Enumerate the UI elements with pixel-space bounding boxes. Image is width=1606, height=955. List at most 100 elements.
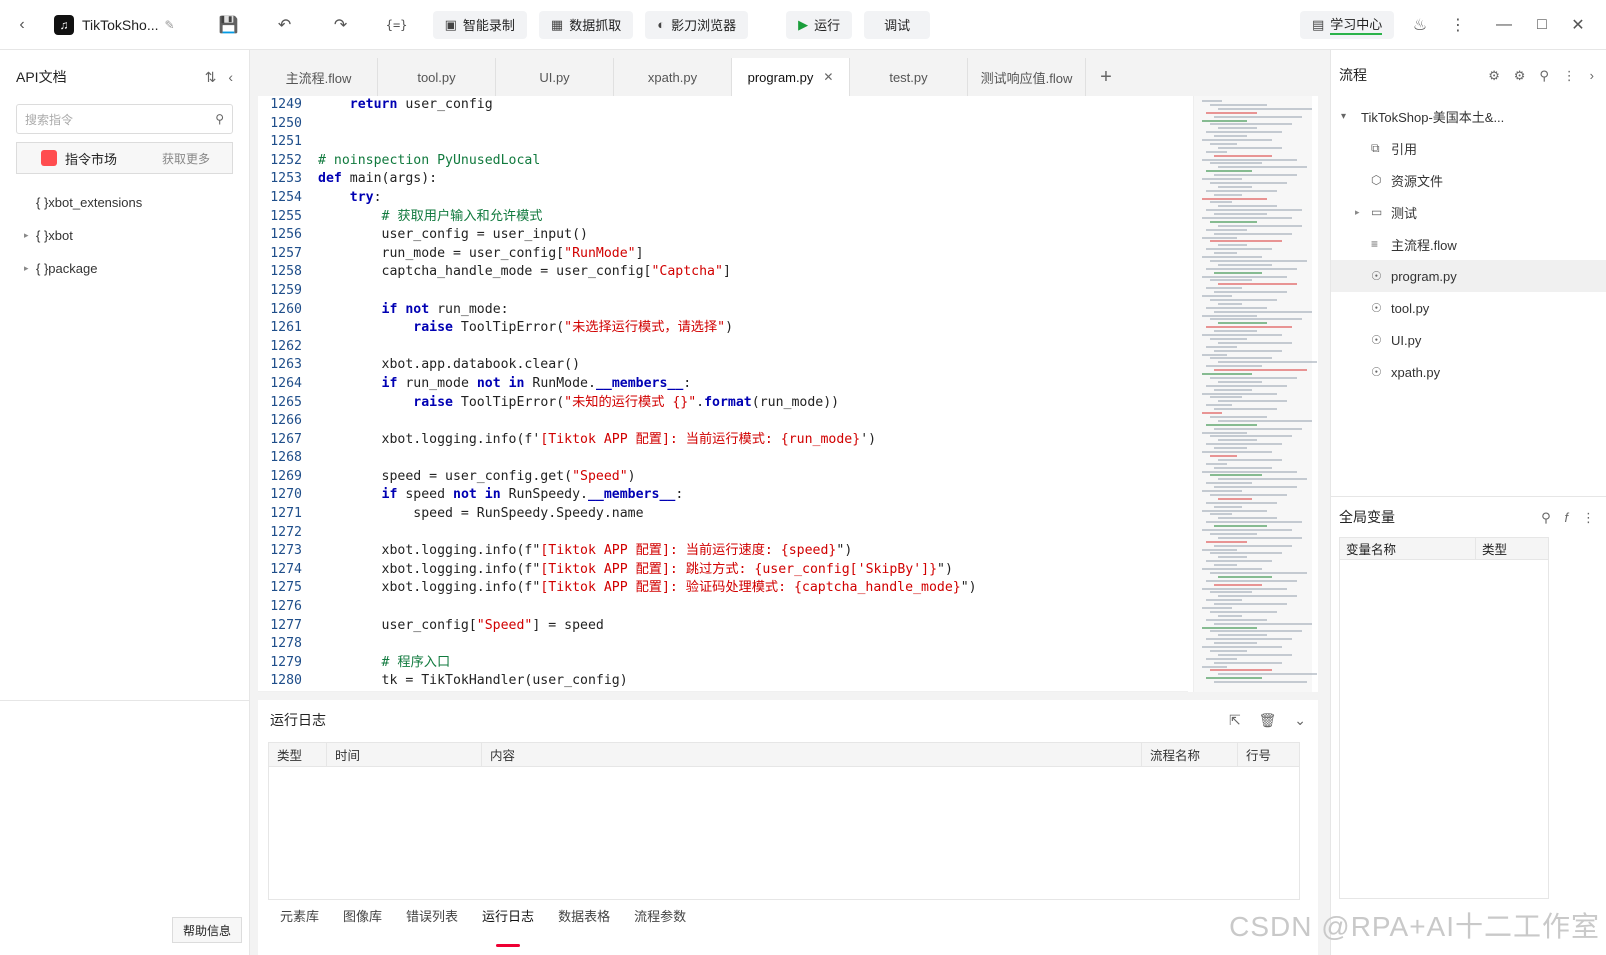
code-line[interactable]: 1260 if not run_mode: (258, 301, 1188, 320)
edit-title-icon[interactable]: ✎ (165, 18, 175, 32)
smart-record-button[interactable]: ▣ 智能录制 (432, 10, 527, 39)
trash-icon[interactable]: 🗑 (1259, 712, 1277, 728)
code-line[interactable]: 1256 user_config = user_input() (258, 226, 1188, 245)
search-icon[interactable]: ⚲ (215, 112, 224, 126)
redo-icon[interactable]: ↷ (327, 11, 355, 39)
code-line[interactable]: 1257 run_mode = user_config["RunMode"] (258, 245, 1188, 264)
tab-test-py[interactable]: test.py (850, 58, 968, 96)
maximize-icon[interactable]: □ (1528, 11, 1556, 39)
search-icon[interactable]: ⚲ (1539, 68, 1549, 83)
back-icon[interactable]: ‹ (8, 11, 36, 39)
code-line[interactable]: 1269 speed = user_config.get("Speed") (258, 468, 1188, 487)
code-line[interactable]: 1274 xbot.logging.info(f"[Tiktok APP 配置]… (258, 561, 1188, 580)
project-root[interactable]: ▾ TikTokShop-美国本土&... (1331, 100, 1606, 132)
function-icon[interactable]: f (1564, 510, 1568, 525)
flow-item[interactable]: ☉ xpath.py (1331, 356, 1606, 388)
chevron-down-icon[interactable]: ▾ (1341, 111, 1361, 122)
more-icon[interactable]: ⋮ (1582, 510, 1595, 525)
add-tab-icon[interactable]: + (1086, 58, 1126, 96)
market-more-link[interactable]: 获取更多 (162, 150, 210, 167)
code-line[interactable]: 1265 raise ToolTipError("未知的运行模式 {}".for… (258, 394, 1188, 413)
code-line[interactable]: 1252 # noinspection PyUnusedLocal (258, 152, 1188, 171)
var-col-type[interactable]: 类型 (1475, 537, 1549, 560)
help-button[interactable]: 帮助信息 (171, 917, 242, 943)
code-line[interactable]: 1268 (258, 449, 1188, 468)
more-icon[interactable]: ⋮ (1563, 68, 1576, 83)
tab-test-response-flow[interactable]: 测试响应值.flow (968, 58, 1086, 96)
code-line[interactable]: 1273 xbot.logging.info(f"[Tiktok APP 配置]… (258, 542, 1188, 561)
close-window-icon[interactable]: ✕ (1564, 11, 1592, 39)
chevron-down-icon[interactable]: ⌄ (1294, 712, 1306, 728)
minimize-icon[interactable]: — (1490, 11, 1518, 39)
more-icon[interactable]: ⋮ (1444, 11, 1472, 39)
code-line[interactable]: 1270 if speed not in RunSpeedy.__members… (258, 486, 1188, 505)
flow-item[interactable]: ⬡ 资源文件 (1331, 164, 1606, 196)
code-line[interactable]: 1258 captcha_handle_mode = user_config["… (258, 263, 1188, 282)
search-input[interactable]: 搜索指令 ⚲ (16, 104, 233, 134)
code-minimap[interactable] (1193, 96, 1317, 692)
code-line[interactable]: 1264 if run_mode not in RunMode.__member… (258, 375, 1188, 394)
code-line[interactable]: 1249 return user_config (258, 96, 1188, 115)
debug-button[interactable]: 调试 (864, 10, 931, 39)
sort-icon[interactable]: ⇅ (205, 69, 217, 85)
tab-data-table[interactable]: 数据表格 (546, 906, 622, 925)
tree-item-package[interactable]: ▸{ }package (0, 252, 249, 285)
tree-item-xbot[interactable]: ▸{ }xbot (0, 219, 249, 252)
code-line[interactable]: 1280 tk = TikTokHandler(user_config) (258, 672, 1188, 691)
code-line[interactable]: 1281 getattr(tk, RunMode[run_mode].value… (258, 691, 1188, 692)
code-line[interactable]: 1263 xbot.app.databook.clear() (258, 356, 1188, 375)
tab-ui-py[interactable]: UI.py (496, 58, 614, 96)
code-line[interactable]: 1250 (258, 115, 1188, 134)
code-line[interactable]: 1278 (258, 635, 1188, 654)
undo-icon[interactable]: ↶ (271, 11, 299, 39)
code-line[interactable]: 1276 (258, 598, 1188, 617)
code-line[interactable]: 1259 (258, 282, 1188, 301)
expand-arrow-icon[interactable]: ▸ (24, 230, 36, 241)
learning-center-button[interactable]: ▤ 学习中心 (1300, 10, 1395, 39)
tab-xpath-py[interactable]: xpath.py (614, 58, 732, 96)
flow-item[interactable]: ☉ program.py (1331, 260, 1606, 292)
flow-item[interactable]: ☉ tool.py (1331, 292, 1606, 324)
data-grab-button[interactable]: ▦ 数据抓取 (538, 10, 634, 39)
code-line[interactable]: 1261 raise ToolTipError("未选择运行模式，请选择") (258, 319, 1188, 338)
log-col-line[interactable]: 行号 (1237, 742, 1300, 767)
code-lines[interactable]: 1249 return user_config 1250 1251 1252 # noi… (258, 96, 1188, 692)
code-line[interactable]: 1271 speed = RunSpeedy.Speedy.name (258, 505, 1188, 524)
tree-item-xbot-extensions[interactable]: { }xbot_extensions (0, 186, 249, 219)
flow-item[interactable]: ⧉ 引用 (1331, 132, 1606, 164)
tab-error-list[interactable]: 错误列表 (394, 906, 470, 925)
code-editor[interactable]: 1249 return user_config 1250 1251 1252 # noi… (258, 96, 1318, 692)
command-market-button[interactable]: 指令市场 获取更多 (16, 142, 233, 174)
tab-flow-params[interactable]: 流程参数 (622, 906, 698, 925)
expand-arrow-icon[interactable]: ▸ (24, 263, 36, 274)
add-module-icon[interactable]: ⚙ (1514, 68, 1526, 83)
tab-run-log[interactable]: 运行日志 (470, 906, 546, 925)
code-line[interactable]: 1272 (258, 524, 1188, 543)
log-col-type[interactable]: 类型 (268, 742, 327, 767)
flow-item[interactable]: ☉ UI.py (1331, 324, 1606, 356)
add-flow-icon[interactable]: ⚙ (1488, 68, 1500, 83)
code-line[interactable]: 1275 xbot.logging.info(f"[Tiktok APP 配置]… (258, 579, 1188, 598)
code-line[interactable]: 1267 xbot.logging.info(f'[Tiktok APP 配置]… (258, 431, 1188, 450)
expand-arrow-icon[interactable]: ▸ (1355, 207, 1371, 218)
tab-element-library[interactable]: 元素库 (268, 906, 331, 925)
run-button[interactable]: ▶ 运行 (786, 10, 853, 39)
code-line[interactable]: 1254 try: (258, 189, 1188, 208)
tab-main-flow[interactable]: 主流程.flow (260, 58, 378, 96)
flow-item[interactable]: ≡ 主流程.flow (1331, 228, 1606, 260)
code-line[interactable]: 1277 user_config["Speed"] = speed (258, 617, 1188, 636)
collapse-panel-icon[interactable]: › (1590, 68, 1594, 83)
code-format-icon[interactable]: {=} (383, 11, 411, 39)
close-tab-icon[interactable]: ✕ (823, 70, 833, 84)
bell-icon[interactable]: ♨ (1406, 11, 1434, 39)
tab-tool-py[interactable]: tool.py (378, 58, 496, 96)
code-line[interactable]: 1262 (258, 338, 1188, 357)
code-line[interactable]: 1251 (258, 133, 1188, 152)
var-col-name[interactable]: 变量名称 (1339, 537, 1476, 560)
collapse-panel-icon[interactable]: ‹ (228, 69, 233, 85)
log-col-time[interactable]: 时间 (326, 742, 482, 767)
code-line[interactable]: 1266 (258, 412, 1188, 431)
code-line[interactable]: 1255 # 获取用户输入和允许模式 (258, 208, 1188, 227)
code-line[interactable]: 1253 def main(args): (258, 170, 1188, 189)
browser-button[interactable]: ◐ 影刀浏览器 (645, 10, 749, 39)
